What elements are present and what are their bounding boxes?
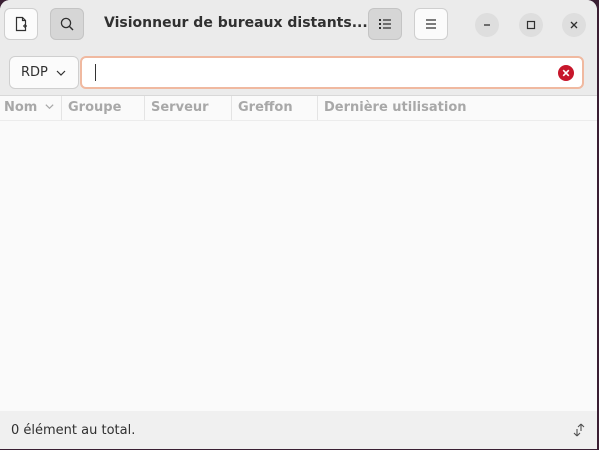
close-icon <box>570 21 578 29</box>
protocol-dropdown[interactable]: RDP <box>9 56 79 89</box>
status-bar: 0 élément au total. <box>0 411 597 449</box>
resize-handle[interactable] <box>571 421 587 439</box>
column-label: Serveur <box>151 100 209 115</box>
header-bar: Visionneur de bureaux distants... <box>0 0 597 50</box>
text-caret <box>95 64 96 81</box>
search-field[interactable] <box>80 56 584 89</box>
search-input[interactable] <box>92 62 542 83</box>
close-button[interactable] <box>562 13 586 37</box>
column-header-row: Nom Groupe Serveur Greffon Dernière util… <box>0 96 597 121</box>
column-header-name[interactable]: Nom <box>4 96 61 120</box>
clear-search-button[interactable] <box>558 65 574 81</box>
clear-icon <box>562 69 570 77</box>
main-window: Visionneur de bureaux distants... RDP No… <box>0 0 597 449</box>
column-label: Greffon <box>238 100 293 115</box>
chevron-down-icon <box>56 70 66 76</box>
minimize-icon <box>484 24 490 26</box>
new-connection-button[interactable] <box>4 8 38 40</box>
list-view-icon <box>379 19 391 29</box>
list-view-button[interactable] <box>368 8 402 40</box>
column-label: Groupe <box>68 100 122 115</box>
minimize-button[interactable] <box>475 13 499 37</box>
maximize-button[interactable] <box>519 13 543 37</box>
resize-icon <box>573 423 585 437</box>
hamburger-menu-icon <box>426 19 436 29</box>
main-menu-button[interactable] <box>414 8 448 40</box>
search-toggle-button[interactable] <box>50 8 84 40</box>
search-icon <box>60 17 74 31</box>
protocol-selected-label: RDP <box>21 65 48 80</box>
column-header-group[interactable]: Groupe <box>61 96 144 120</box>
status-count-text: 0 élément au total. <box>11 423 136 438</box>
search-bar: RDP <box>0 50 597 96</box>
column-header-server[interactable]: Serveur <box>144 96 231 120</box>
window-title: Visionneur de bureaux distants... <box>104 15 368 31</box>
connection-list[interactable] <box>0 121 597 411</box>
document-new-icon <box>15 16 27 32</box>
column-label: Nom <box>4 100 38 115</box>
column-header-plugin[interactable]: Greffon <box>231 96 317 120</box>
column-header-last-used[interactable]: Dernière utilisation <box>317 96 517 120</box>
sort-chevron-down-icon <box>45 104 54 110</box>
column-label: Dernière utilisation <box>324 100 467 115</box>
maximize-icon <box>526 20 536 30</box>
